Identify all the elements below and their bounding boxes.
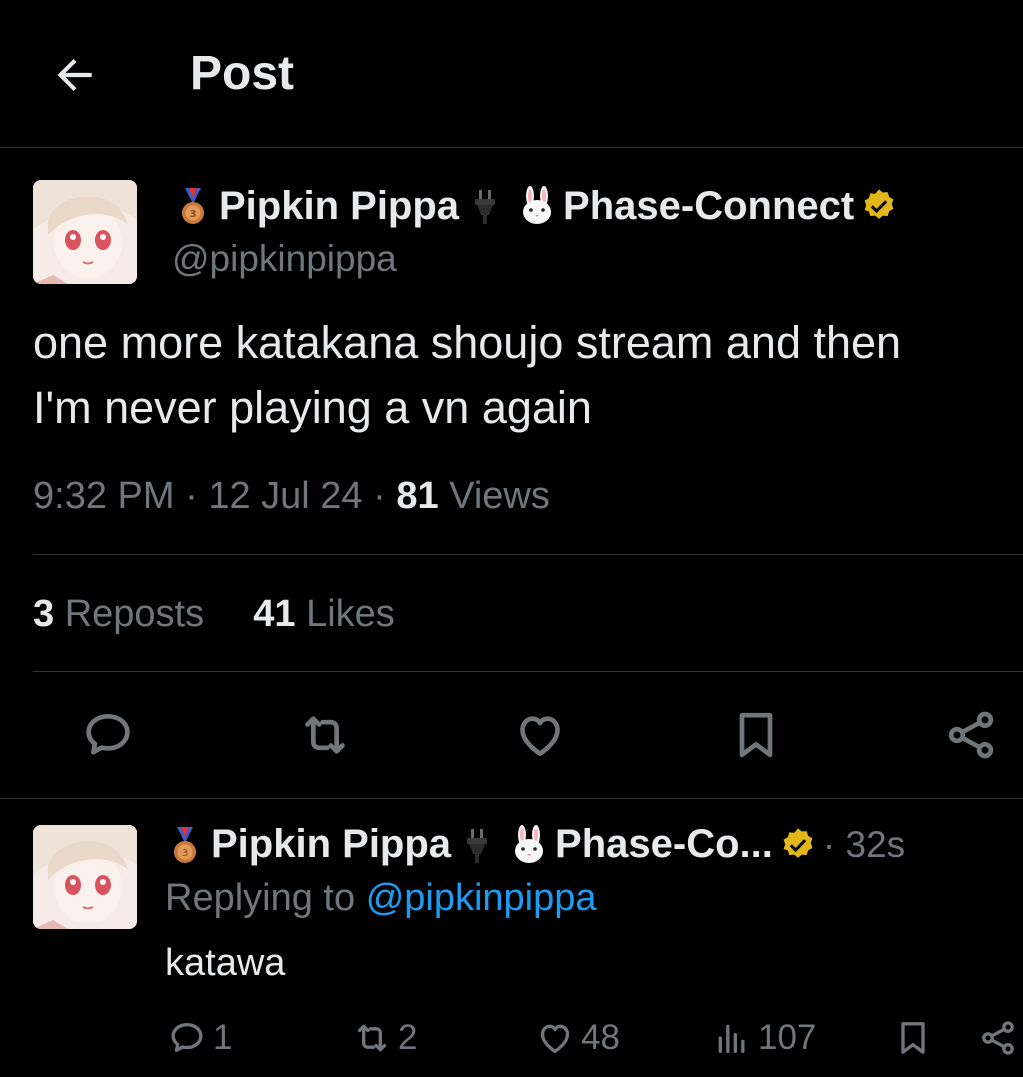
post-text-line: one more katakana shoujo stream and then — [33, 317, 902, 368]
share-button[interactable] — [943, 707, 999, 763]
repost-icon — [305, 716, 345, 754]
likes-count: 41 — [253, 593, 296, 635]
rabbit-face-icon — [515, 824, 544, 863]
reply-author-name: Pipkin Pippa — [211, 822, 452, 866]
view-count: 107 — [758, 1018, 817, 1057]
author-handle[interactable]: @pipkinpippa — [172, 238, 397, 280]
likes-stat[interactable]: 41 Likes — [253, 593, 395, 635]
post-stats: 3 Reposts 41 Likes — [33, 593, 395, 636]
replying-prefix: Replying to — [165, 877, 356, 919]
reply-icon — [171, 1023, 203, 1052]
reply-button[interactable] — [80, 707, 136, 763]
bronze-medal-icon: 3 — [182, 188, 204, 224]
bookmark-button[interactable] — [728, 707, 784, 763]
reply-text: katawa — [165, 942, 286, 984]
reply-like-button[interactable]: 48 — [535, 1018, 620, 1058]
views-count: 81 — [396, 475, 439, 517]
author-name-row[interactable]: 3 Pipkin Pippa Phase-Connect — [173, 186, 904, 226]
likes-label: Likes — [306, 593, 395, 635]
post-text: one more katakana shoujo stream and then… — [33, 310, 1023, 440]
rabbit-face-icon — [523, 186, 552, 224]
meta-separator: · — [373, 475, 397, 517]
reply-repost-button[interactable]: 2 — [352, 1018, 417, 1058]
post-text-line: I'm never playing a vn again — [33, 382, 592, 433]
stats-divider — [33, 671, 1023, 672]
meta-separator: · — [822, 823, 846, 865]
back-button[interactable] — [50, 50, 100, 100]
reply-time[interactable]: 32s — [846, 824, 906, 866]
repost-icon — [357, 1024, 387, 1052]
repost-button[interactable] — [297, 707, 353, 763]
repost-count: 2 — [398, 1018, 418, 1057]
meta-separator: · — [185, 475, 209, 517]
heart-icon — [540, 1024, 570, 1053]
reply-avatar[interactable] — [33, 825, 137, 929]
reply-affiliation: Phase-Co... — [555, 822, 773, 866]
share-icon — [982, 1021, 1014, 1055]
reply-count: 1 — [213, 1018, 233, 1057]
meta-divider — [33, 554, 1023, 555]
svg-text:3: 3 — [190, 209, 197, 220]
bookmark-icon — [901, 1022, 925, 1054]
bronze-medal-icon: 3 — [174, 826, 196, 863]
replying-handle-link[interactable]: @pipkinpippa — [366, 877, 597, 919]
author-name: Pipkin Pippa — [219, 184, 460, 228]
plug-icon — [475, 190, 496, 224]
reply-author-row[interactable]: 3 Pipkin Pippa Phase-Co... · 32s — [165, 822, 905, 867]
avatar-image — [33, 180, 137, 284]
reposts-label: Reposts — [64, 593, 205, 635]
arrow-left-icon — [57, 58, 92, 92]
header-divider — [0, 147, 1023, 148]
actions-divider — [0, 798, 1023, 799]
avatar[interactable] — [33, 180, 137, 284]
post-time[interactable]: 9:32 PM — [33, 475, 175, 517]
bookmark-icon — [739, 712, 773, 758]
views-bar-chart-icon — [718, 1024, 745, 1053]
verified-badge-icon — [864, 189, 894, 219]
svg-text:3: 3 — [182, 848, 188, 859]
plug-icon — [467, 828, 488, 863]
replying-to: Replying to @pipkinpippa — [165, 877, 597, 920]
reply-views-button[interactable]: 107 — [712, 1018, 816, 1058]
reply-share-button[interactable] — [978, 1018, 1018, 1058]
share-icon — [948, 711, 994, 759]
reposts-stat[interactable]: 3 Reposts — [33, 593, 215, 635]
reply-bookmark-button[interactable] — [893, 1018, 933, 1058]
reposts-count: 3 — [33, 593, 55, 635]
avatar-image — [33, 825, 137, 929]
verified-badge-icon — [783, 827, 813, 858]
page-title: Post — [190, 47, 295, 100]
like-count: 48 — [581, 1018, 620, 1057]
post-date[interactable]: 12 Jul 24 — [208, 475, 362, 517]
reply-icon — [86, 714, 130, 755]
like-button[interactable] — [512, 707, 568, 763]
views-label: Views — [449, 475, 550, 517]
heart-icon — [520, 716, 560, 756]
post-meta: 9:32 PM · 12 Jul 24 · 81 Views — [33, 475, 550, 518]
reply-reply-button[interactable]: 1 — [167, 1018, 232, 1058]
affiliation-name: Phase-Connect — [563, 184, 855, 228]
